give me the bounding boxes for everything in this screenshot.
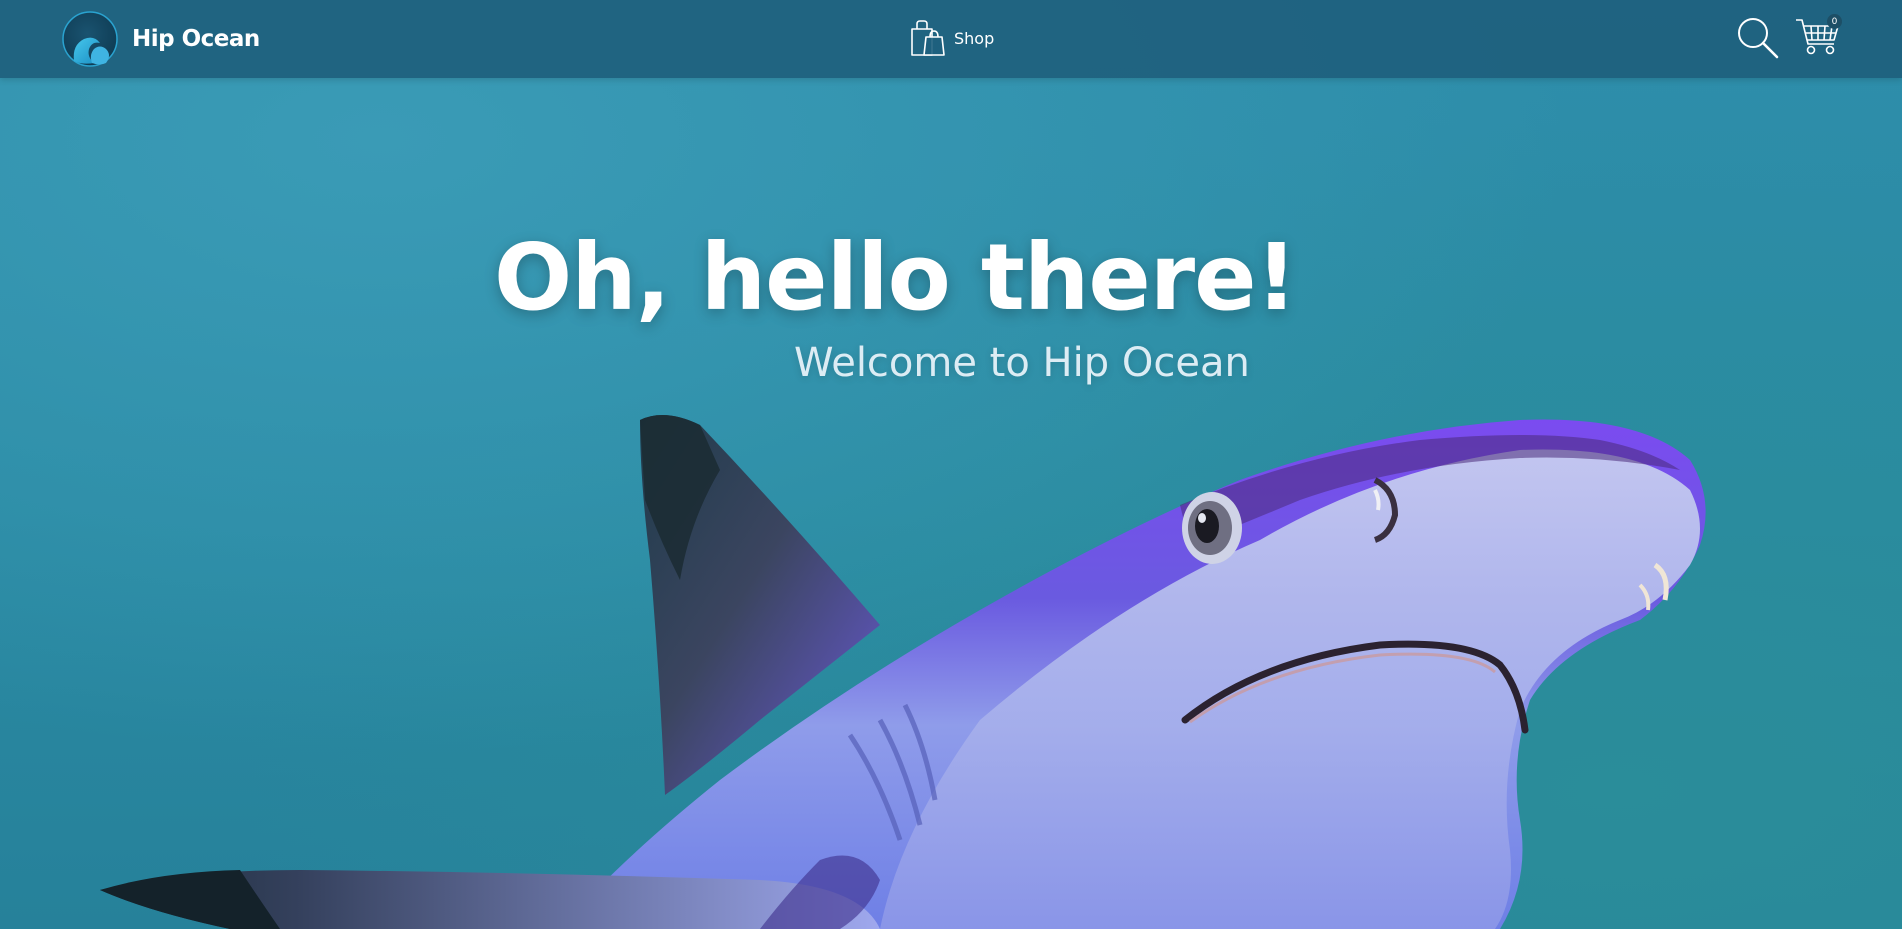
search-button[interactable]	[1736, 16, 1780, 60]
brand-home-link[interactable]: Hip Ocean	[62, 11, 260, 67]
search-icon	[1738, 18, 1779, 59]
shark-photo	[100, 415, 1706, 929]
nav-shop-link[interactable]: Shop	[910, 18, 994, 58]
wave-logo-icon	[62, 11, 118, 67]
top-navbar: Hip Ocean Shop 0	[0, 0, 1902, 78]
nav-shop-label: Shop	[954, 28, 995, 48]
hero-subtitle: Welcome to Hip Ocean	[794, 340, 1250, 386]
hero-title: Oh, hello there!	[494, 224, 1297, 331]
brand-name: Hip Ocean	[132, 26, 260, 52]
hero-section	[0, 0, 1902, 929]
cart-count-badge: 0	[1827, 14, 1842, 29]
shopping-bags-icon	[911, 20, 945, 56]
